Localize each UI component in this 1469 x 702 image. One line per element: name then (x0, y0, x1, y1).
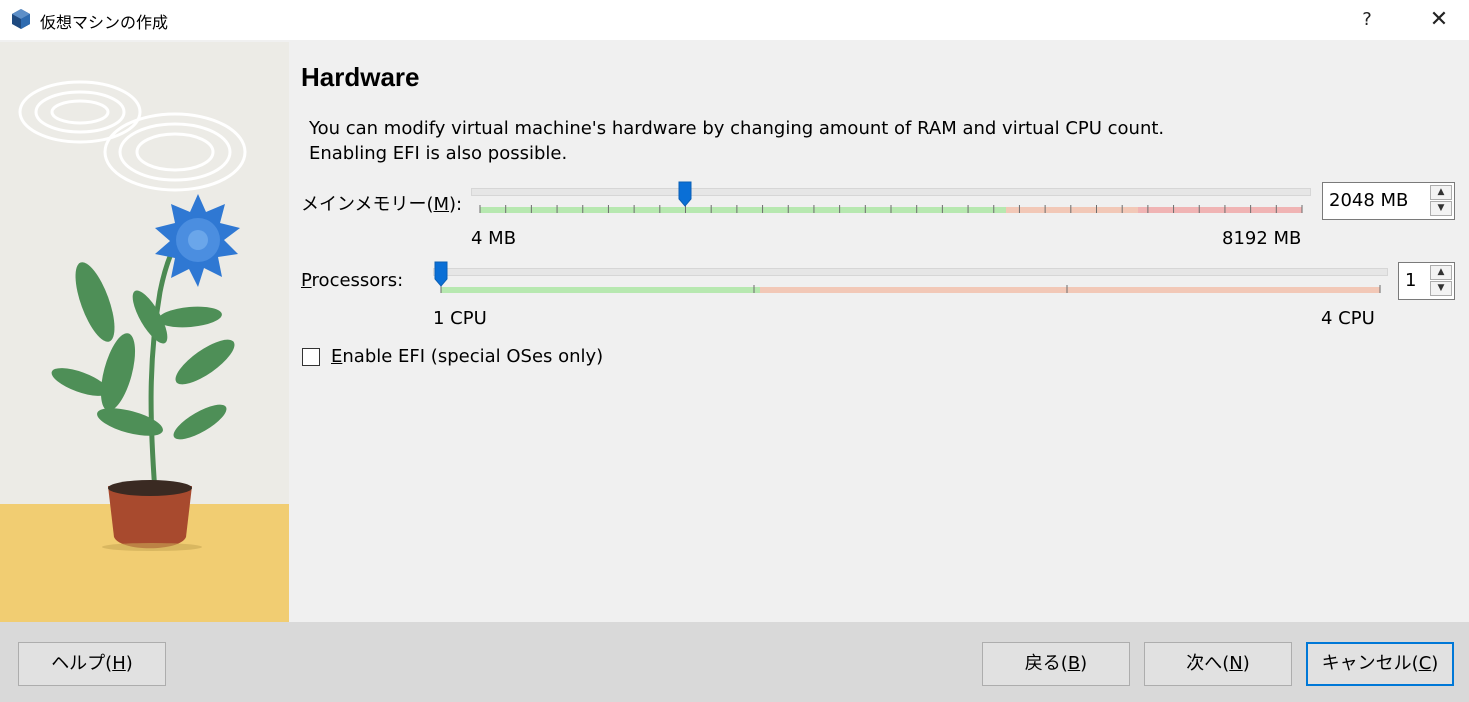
page-title: Hardware (301, 62, 420, 92)
help-icon[interactable]: ? (1342, 0, 1392, 40)
memory-increment-button[interactable]: ▲ (1430, 185, 1452, 200)
help-button[interactable]: ヘルプ(H) (18, 642, 166, 686)
memory-label: メインメモリー(M): (301, 194, 463, 215)
memory-min-label: 4 MB (471, 228, 517, 249)
efi-checkbox[interactable] (302, 348, 320, 366)
virtualbox-icon (12, 9, 30, 29)
wizard-illustration (0, 42, 289, 622)
memory-spin-value[interactable]: 2048 MB (1329, 190, 1408, 211)
processors-ticks (440, 285, 1381, 293)
processors-slider-thumb[interactable] (434, 261, 448, 287)
processors-decrement-button[interactable]: ▼ (1430, 281, 1452, 296)
processors-label: Processors: (301, 270, 404, 291)
memory-slider[interactable] (471, 181, 1311, 222)
processors-min-label: 1 CPU (433, 308, 487, 329)
efi-checkbox-label[interactable]: Enable EFI (special OSes only) (331, 346, 603, 367)
processors-increment-button[interactable]: ▲ (1430, 265, 1452, 280)
cancel-button[interactable]: キャンセル(C) (1306, 642, 1454, 686)
memory-spinbox[interactable]: 2048 MB ▲ ▼ (1322, 182, 1455, 220)
title-bar: 仮想マシンの作成 ? ✕ (0, 0, 1469, 40)
processors-spinbox[interactable]: 1 ▲ ▼ (1398, 262, 1455, 300)
window-title: 仮想マシンの作成 (40, 13, 169, 32)
processors-slider-track[interactable] (433, 268, 1388, 276)
processors-max-label: 4 CPU (1321, 308, 1375, 329)
next-button[interactable]: 次へ(N) (1144, 642, 1292, 686)
memory-ticks (479, 205, 1303, 213)
close-icon[interactable]: ✕ (1414, 0, 1464, 40)
memory-slider-track[interactable] (471, 188, 1311, 196)
back-button[interactable]: 戻る(B) (982, 642, 1130, 686)
memory-decrement-button[interactable]: ▼ (1430, 201, 1452, 216)
page-description: You can modify virtual machine's hardwar… (309, 118, 1165, 164)
processors-slider[interactable] (433, 261, 1388, 302)
processors-spin-value[interactable]: 1 (1405, 270, 1416, 291)
memory-slider-thumb[interactable] (678, 181, 692, 207)
memory-max-label: 8192 MB (1222, 228, 1302, 249)
